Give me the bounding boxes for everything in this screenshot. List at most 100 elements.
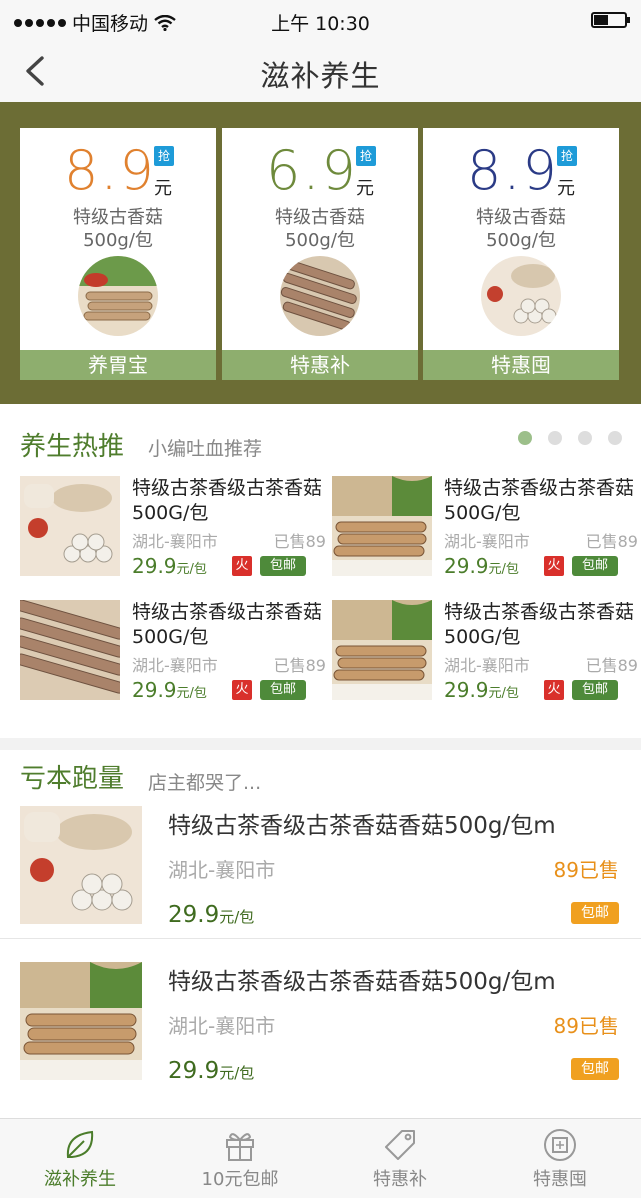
hot-badge: 火 (544, 556, 564, 576)
status-time: 上午 10:30 (271, 13, 370, 35)
product-image (481, 256, 561, 336)
price-unit: 元/包 (219, 1064, 255, 1082)
section-subtitle: 店主都哭了... (148, 772, 262, 794)
product-image (20, 600, 120, 700)
section-title: 养生热推 (20, 432, 125, 462)
price-value: 29.9 (168, 1058, 220, 1084)
promo-spec: 500g/包 (486, 230, 556, 251)
product-price: 29.9元/包 (132, 678, 207, 702)
price-unit: 元 (154, 178, 172, 199)
product-name: 特级古茶香级古茶香菇500G/包 (132, 601, 323, 648)
promo-tag: 特惠囤 (423, 350, 619, 380)
leaf-icon (66, 1130, 94, 1158)
product-price: 29.9元/包 (168, 1058, 254, 1084)
product-sold: 已售89 (273, 656, 326, 675)
tab-health[interactable]: 滋补养生 (0, 1119, 160, 1198)
tab-bar: 滋补养生 10元包邮 特惠补 特惠囤 (0, 1118, 641, 1198)
price-unit: 元/包 (488, 562, 519, 577)
grab-badge: 抢 (557, 146, 577, 166)
product-image (280, 256, 360, 336)
product-location: 湖北-襄阳市 (132, 532, 218, 551)
product-price: 29.9元/包 (132, 554, 207, 578)
divider (0, 938, 641, 939)
list-item[interactable]: 特级古茶香级古茶香菇香菇500g/包m 湖北-襄阳市 89已售 29.9元/包 … (0, 806, 641, 964)
status-bar: 中国移动 上午 10:30 (0, 0, 641, 40)
tag-icon (385, 1130, 415, 1160)
product-image (332, 600, 432, 700)
nav-bar: 滋补养生 (0, 40, 641, 102)
product-image (20, 962, 142, 1080)
tab-special-supplement[interactable]: 特惠补 (320, 1119, 480, 1198)
free-shipping-badge: 包邮 (571, 902, 619, 924)
carousel-pager[interactable] (518, 431, 622, 445)
promo-price: 8.9 (64, 139, 156, 202)
pager-dot[interactable] (578, 431, 592, 445)
product-price: 29.9元/包 (444, 678, 519, 702)
list-item[interactable]: 特级古茶香级古茶香菇香菇500g/包m 湖北-襄阳市 89已售 29.9元/包 … (0, 962, 641, 1120)
product-name: 特级古茶香级古茶香菇500G/包 (444, 601, 635, 648)
loss-section: 亏本跑量 店主都哭了... 特级古茶香级古茶香菇香菇500g/包m 湖北-襄阳市… (0, 750, 641, 1118)
hot-section: 养生热推 小编吐血推荐 特级古茶香级古茶香菇500G/包 湖北-襄阳市 已售89… (0, 404, 641, 738)
price-value: 29.9 (444, 678, 489, 702)
promo-price: 8.9 (467, 139, 559, 202)
promo-price: 6.9 (266, 139, 358, 202)
product-image (332, 476, 432, 576)
product-sold: 89已售 (553, 1014, 619, 1038)
free-shipping-badge: 包邮 (260, 680, 306, 700)
promo-card[interactable]: 6.9 抢 元 特级古香菇 500g/包 特惠补 (222, 128, 418, 380)
product-location: 湖北-襄阳市 (444, 532, 530, 551)
free-shipping-badge: 包邮 (572, 680, 618, 700)
hot-badge: 火 (232, 680, 252, 700)
price-unit: 元/包 (488, 686, 519, 701)
product-card[interactable]: 特级古茶香级古茶香菇500G/包 湖北-襄阳市 已售89 29.9元/包 火 包… (20, 476, 330, 580)
price-value: 29.9 (132, 554, 177, 578)
product-location: 湖北-襄阳市 (132, 656, 218, 675)
section-title: 亏本跑量 (20, 764, 125, 794)
price-value: 29.9 (168, 902, 220, 928)
tab-special-stock[interactable]: 特惠囤 (480, 1119, 640, 1198)
stamp-icon (544, 1129, 576, 1161)
promo-spec: 500g/包 (285, 230, 355, 251)
price-unit: 元/包 (219, 908, 255, 926)
price-unit: 元/包 (176, 562, 207, 577)
product-location: 湖北-襄阳市 (168, 1014, 276, 1038)
promo-card[interactable]: 8.9 抢 元 特级古香菇 500g/包 特惠囤 (423, 128, 619, 380)
product-sold: 已售89 (585, 656, 638, 675)
pager-dot[interactable] (608, 431, 622, 445)
product-price: 29.9元/包 (444, 554, 519, 578)
product-image (20, 476, 120, 576)
price-value: 29.9 (132, 678, 177, 702)
grab-badge: 抢 (154, 146, 174, 166)
section-subtitle: 小编吐血推荐 (148, 438, 263, 460)
product-card[interactable]: 特级古茶香级古茶香菇500G/包 湖北-襄阳市 已售89 29.9元/包 火 包… (332, 476, 641, 580)
grab-badge: 抢 (356, 146, 376, 166)
product-name: 特级古茶香级古茶香菇香菇500g/包m (168, 813, 556, 839)
product-name: 特级古茶香级古茶香菇500G/包 (444, 477, 635, 524)
free-shipping-badge: 包邮 (260, 556, 306, 576)
promo-spec: 500g/包 (83, 230, 153, 251)
tab-free-shipping[interactable]: 10元包邮 (160, 1119, 320, 1198)
product-price: 29.9元/包 (168, 902, 254, 928)
product-image (20, 806, 142, 924)
price-unit: 元 (557, 178, 575, 199)
pager-dot[interactable] (518, 431, 532, 445)
gift-icon (226, 1133, 254, 1161)
product-location: 湖北-襄阳市 (444, 656, 530, 675)
promo-card[interactable]: 8.9 抢 元 特级古香菇 500g/包 养胃宝 (20, 128, 216, 380)
hot-badge: 火 (544, 680, 564, 700)
product-image (78, 256, 158, 336)
promo-tag: 特惠补 (222, 350, 418, 380)
price-value: 29.9 (444, 554, 489, 578)
product-card[interactable]: 特级古茶香级古茶香菇500G/包 湖北-襄阳市 已售89 29.9元/包 火 包… (332, 600, 641, 704)
promo-banner: 8.9 抢 元 特级古香菇 500g/包 养胃宝 6.9 抢 元 特级古香菇 5… (0, 102, 641, 404)
pager-dot[interactable] (548, 431, 562, 445)
price-unit: 元 (356, 178, 374, 199)
tab-label: 特惠补 (373, 1169, 427, 1190)
product-name: 特级古茶香级古茶香菇香菇500g/包m (168, 969, 556, 995)
product-name: 特级古茶香级古茶香菇500G/包 (132, 477, 323, 524)
hot-badge: 火 (232, 556, 252, 576)
battery-icon (591, 12, 630, 28)
product-card[interactable]: 特级古茶香级古茶香菇500G/包 湖北-襄阳市 已售89 29.9元/包 火 包… (20, 600, 330, 704)
tab-label: 10元包邮 (201, 1169, 279, 1190)
tab-label: 特惠囤 (533, 1169, 587, 1190)
